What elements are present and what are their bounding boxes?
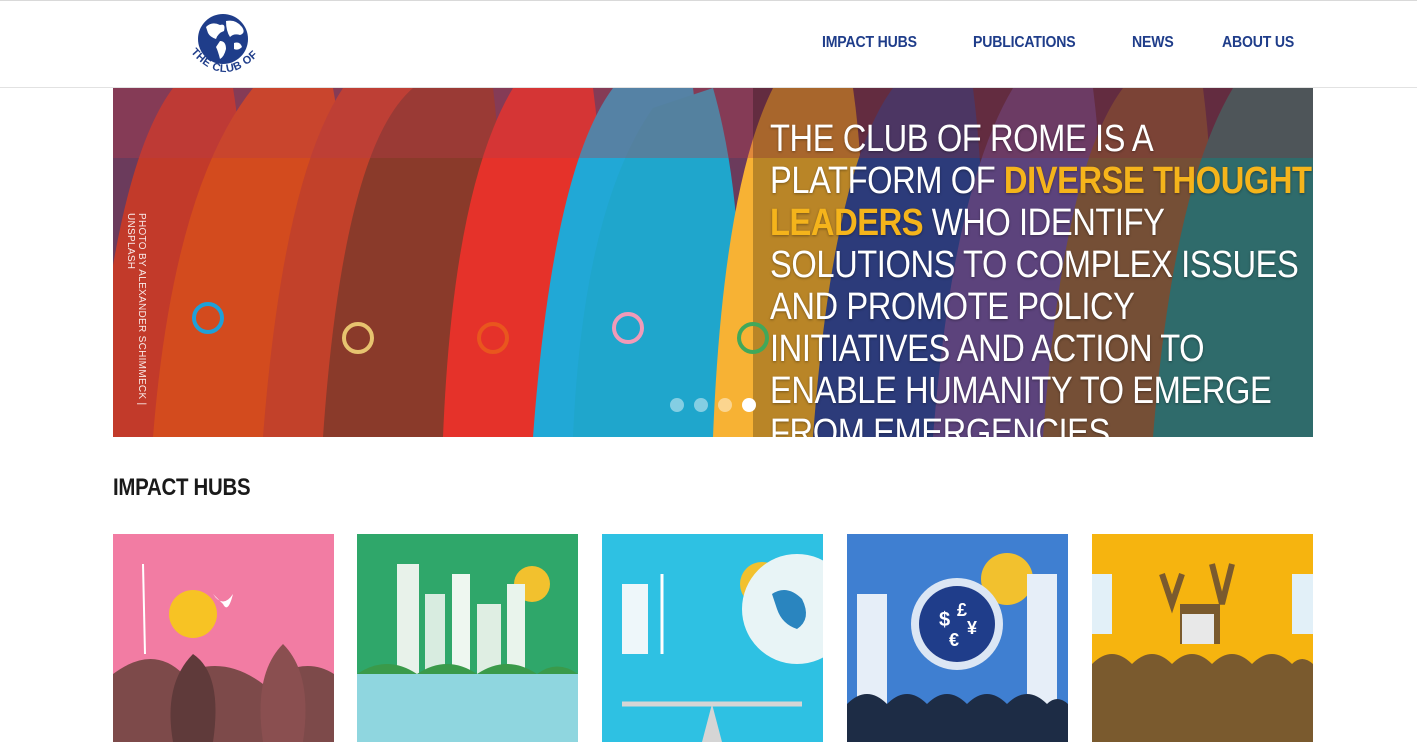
nav-about-us[interactable]: ABOUT US (1222, 34, 1294, 52)
hub-card-1[interactable] (113, 534, 334, 742)
nav-impact-hubs[interactable]: IMPACT HUBS (822, 34, 917, 52)
slider-dot-1[interactable] (670, 398, 684, 412)
hub-card-2[interactable] (357, 534, 578, 742)
club-of-rome-logo[interactable]: THE CLUB OF ROME (175, 4, 266, 83)
hero-slider[interactable]: PHOTO BY ALEXANDER SCHIMMECK | UNSPLASH … (113, 88, 1313, 437)
svg-text:¥: ¥ (967, 618, 977, 638)
slider-dot-2[interactable] (694, 398, 708, 412)
photo-credit: PHOTO BY ALEXANDER SCHIMMECK | UNSPLASH (125, 213, 147, 406)
hub-card-3[interactable] (602, 534, 823, 742)
svg-text:€: € (949, 630, 959, 650)
nav-news[interactable]: NEWS (1132, 34, 1174, 52)
nav-publications[interactable]: PUBLICATIONS (973, 34, 1076, 52)
main-nav: IMPACT HUBS PUBLICATIONS NEWS ABOUT US (822, 34, 1304, 52)
slider-dots (670, 398, 756, 412)
svg-text:£: £ (957, 600, 967, 620)
slider-dot-3[interactable] (718, 398, 732, 412)
hub-card-5[interactable] (1092, 534, 1313, 742)
hub-card-4[interactable]: $ £ ¥ € (847, 534, 1068, 742)
hero-headline: THE CLUB OF ROME IS A PLATFORM OF DIVERS… (770, 118, 1312, 437)
svg-text:$: $ (939, 609, 950, 631)
slider-dot-4[interactable] (742, 398, 756, 412)
impact-hubs-heading: IMPACT HUBS (113, 474, 251, 501)
site-header: THE CLUB OF ROME IMPACT HUBS PUBLICATION… (0, 1, 1417, 88)
